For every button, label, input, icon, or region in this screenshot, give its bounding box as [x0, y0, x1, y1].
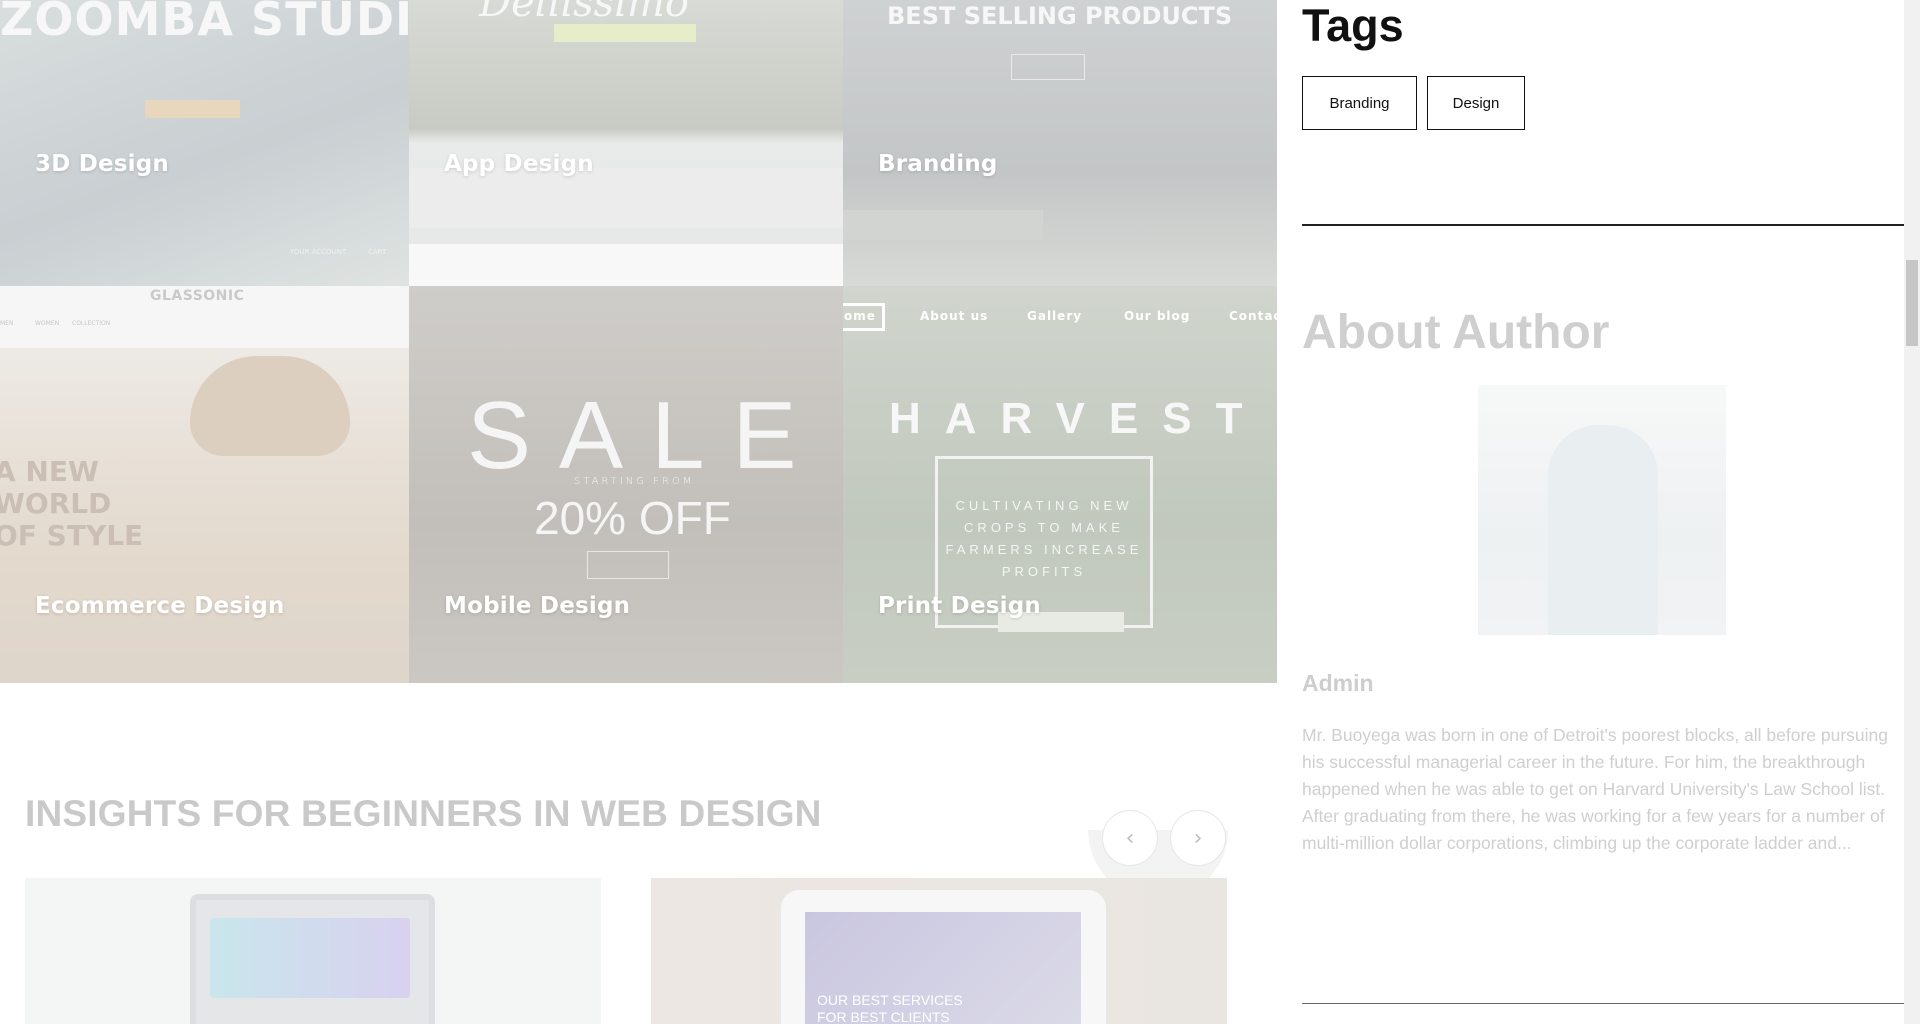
author-bio: Mr. Buoyega was born in one of Detroit's…: [1302, 725, 1889, 853]
tile-art-title: ZOOMBA STUDIO: [0, 0, 409, 46]
portfolio-tile-print-design[interactable]: Home About us Gallery Our blog Contact H…: [843, 286, 1277, 683]
about-author-heading: About Author: [1302, 306, 1610, 359]
tile-art-nav-item: About us: [920, 309, 989, 323]
section-divider: [1302, 224, 1904, 226]
portfolio-tile-mobile-design[interactable]: SALE STARTING FROM 20% OFF Mobile Design: [409, 286, 843, 683]
card-tablet-line: FOR BEST CLIENTS: [817, 1009, 950, 1024]
next-arrow-button[interactable]: ›: [1170, 810, 1226, 866]
tile-caption: Ecommerce Design: [35, 593, 285, 619]
portfolio-tile-3d-design[interactable]: ZOOMBA STUDIO YOUR ACCOUNT CART 3D Desig…: [0, 0, 409, 286]
tile-art-line: CROPS TO MAKE: [964, 520, 1124, 535]
scrollbar-thumb[interactable]: [1906, 260, 1918, 346]
card-chart-shape: [210, 918, 410, 998]
chevron-left-icon: ‹: [1125, 825, 1135, 851]
tags-heading: Tags: [1302, 0, 1404, 51]
tile-caption: 3D Design: [35, 151, 170, 177]
chevron-right-icon: ›: [1193, 825, 1203, 851]
tile-art-line: WORLD: [0, 487, 112, 520]
tile-art-panel: [409, 168, 843, 228]
insights-title: INSIGHTS FOR BEGINNERS IN WEB DESIGN: [25, 793, 822, 834]
insight-card[interactable]: [25, 878, 601, 1024]
prev-arrow-button[interactable]: ‹: [1102, 810, 1158, 866]
tile-art-title: Deliissimo: [479, 0, 689, 26]
portfolio-tile-branding[interactable]: BEST SELLING PRODUCTS Branding: [843, 0, 1277, 286]
tile-art-title: GLASSONIC: [150, 288, 245, 304]
tile-caption: App Design: [444, 151, 594, 177]
tag-branding[interactable]: Branding: [1302, 76, 1417, 130]
tile-art-line: OF STYLE: [0, 519, 144, 552]
author-photo: [1478, 385, 1726, 635]
tag-design[interactable]: Design: [1427, 76, 1525, 130]
tile-art-offer: 20% OFF: [534, 492, 731, 544]
tile-art-menu-item: WOMEN: [35, 320, 60, 327]
insight-card[interactable]: OUR BEST SERVICES FOR BEST CLIENTS: [651, 878, 1227, 1024]
tile-art-nav-item: Our blog: [1124, 309, 1191, 323]
tile-caption: Branding: [878, 151, 998, 177]
card-tablet-image: OUR BEST SERVICES FOR BEST CLIENTS: [781, 890, 1106, 1024]
tile-caption: Mobile Design: [444, 593, 631, 619]
card-tablet-text: OUR BEST SERVICES FOR BEST CLIENTS: [817, 992, 963, 1024]
tile-art-button: [145, 100, 240, 118]
tile-art-nav-item: Gallery: [1027, 309, 1083, 323]
card-tablet-screen: OUR BEST SERVICES FOR BEST CLIENTS: [805, 912, 1081, 1024]
tile-art-title: HARVEST: [889, 394, 1267, 443]
tile-art-nav-item: Contact: [1229, 309, 1277, 323]
portfolio-tile-ecommerce-design[interactable]: GLASSONIC MEN WOMEN COLLECTION A NEW WOR…: [0, 286, 409, 683]
tile-art-small: STARTING FROM: [574, 476, 695, 487]
tile-art-line: A NEW: [0, 455, 99, 488]
tile-art-line: PROFITS: [1001, 564, 1087, 579]
tile-art-nav-item: Home: [843, 309, 876, 323]
card-laptop-image: [190, 894, 435, 1024]
tile-art-link: CART: [368, 248, 387, 256]
tile-art-button: [1011, 54, 1085, 80]
author-silhouette: [1548, 425, 1658, 635]
scrollbar-track[interactable]: [1904, 0, 1920, 1024]
tile-caption: Print Design: [878, 593, 1041, 619]
tile-art-headline: A NEW WORLD OF STYLE: [0, 456, 143, 552]
tile-art-button: [554, 24, 696, 42]
tile-art-menu-item: MEN: [0, 320, 14, 327]
section-divider: [1302, 1003, 1904, 1004]
tile-art-title: BEST SELLING PRODUCTS: [887, 2, 1233, 30]
author-name[interactable]: Admin: [1302, 670, 1374, 697]
tile-art-navbar: [409, 244, 843, 286]
tile-art-button: [587, 551, 669, 579]
tile-art-photo: [190, 356, 350, 456]
portfolio-grid: ZOOMBA STUDIO YOUR ACCOUNT CART 3D Desig…: [0, 0, 1277, 683]
tile-art-menu-item: COLLECTION: [72, 320, 111, 327]
portfolio-tile-app-design[interactable]: Deliissimo App Design: [409, 0, 843, 286]
tile-art-line: CULTIVATING NEW: [955, 498, 1133, 513]
tile-art-link: YOUR ACCOUNT: [290, 248, 347, 256]
tile-art-sale: SALE: [467, 382, 825, 489]
tile-art-line: FARMERS INCREASE: [945, 542, 1143, 557]
tile-art-panel: [843, 210, 1043, 240]
card-tablet-line: OUR BEST SERVICES: [817, 992, 963, 1008]
